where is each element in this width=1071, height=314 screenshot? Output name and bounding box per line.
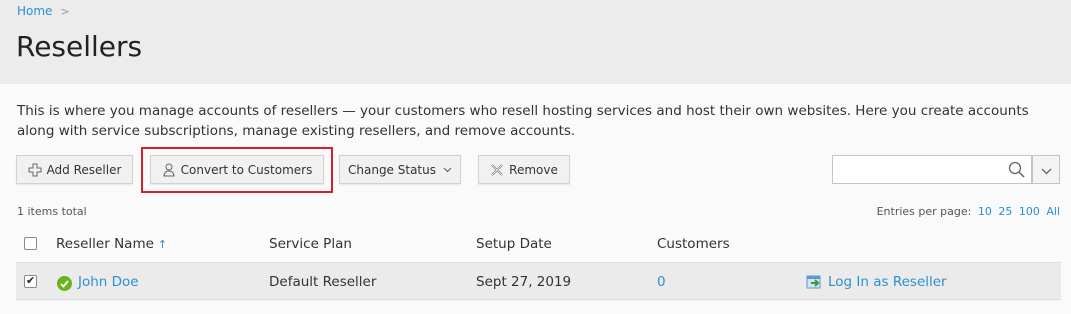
page-title: Resellers	[16, 30, 143, 63]
change-status-label: Change Status	[348, 162, 436, 177]
row-checkbox[interactable]: ✔	[24, 274, 37, 288]
entries-per-page-label: Entries per page:	[876, 205, 972, 218]
highlight-box	[141, 147, 333, 193]
breadcrumb-home[interactable]: Home	[17, 4, 52, 18]
log-in-as-reseller-link[interactable]: Log In as Reseller	[806, 274, 947, 290]
remove-button[interactable]: Remove	[478, 155, 570, 184]
add-icon	[28, 163, 42, 177]
login-icon	[806, 275, 823, 290]
per-page-100[interactable]: 100	[1019, 205, 1040, 218]
items-total: 1 items total	[17, 205, 87, 218]
column-header-setup-date[interactable]: Setup Date	[476, 236, 552, 252]
column-header-service-plan[interactable]: Service Plan	[269, 236, 352, 252]
change-status-button[interactable]: Change Status	[339, 155, 461, 184]
service-plan-cell: Default Reseller	[269, 274, 377, 290]
search-input[interactable]	[832, 155, 1032, 184]
search-icon[interactable]	[1008, 161, 1025, 182]
customers-count-link[interactable]: 0	[657, 274, 666, 290]
column-header-reseller-name[interactable]: Reseller Name ↑	[56, 236, 167, 252]
check-icon: ✔	[26, 274, 36, 287]
per-page-25[interactable]: 25	[998, 205, 1012, 218]
setup-date-cell: Sept 27, 2019	[476, 274, 572, 290]
page-description: This is where you manage accounts of res…	[17, 103, 1029, 139]
log-in-as-reseller-label: Log In as Reseller	[828, 274, 947, 290]
entries-per-page: Entries per page: 10 25 100 All	[877, 205, 1060, 218]
page-header: Home > Resellers	[0, 0, 1071, 84]
column-header-customers[interactable]: Customers	[657, 236, 730, 252]
select-all-checkbox[interactable]	[24, 237, 37, 250]
per-page-10[interactable]: 10	[978, 205, 992, 218]
reseller-name-link[interactable]: John Doe	[78, 274, 139, 290]
chevron-down-icon	[443, 167, 452, 173]
chevron-down-icon	[1041, 160, 1052, 179]
search-options-toggle[interactable]	[1032, 155, 1060, 184]
breadcrumb: Home >	[17, 4, 70, 18]
status-ok-icon	[57, 276, 72, 291]
column-label-reseller-name: Reseller Name	[56, 236, 154, 252]
remove-label: Remove	[509, 162, 558, 177]
per-page-all[interactable]: All	[1046, 205, 1060, 218]
add-reseller-button[interactable]: Add Reseller	[16, 155, 133, 184]
breadcrumb-separator: >	[60, 4, 70, 18]
sort-asc-icon: ↑	[157, 238, 168, 251]
add-reseller-label: Add Reseller	[46, 162, 122, 177]
remove-icon	[490, 163, 504, 177]
